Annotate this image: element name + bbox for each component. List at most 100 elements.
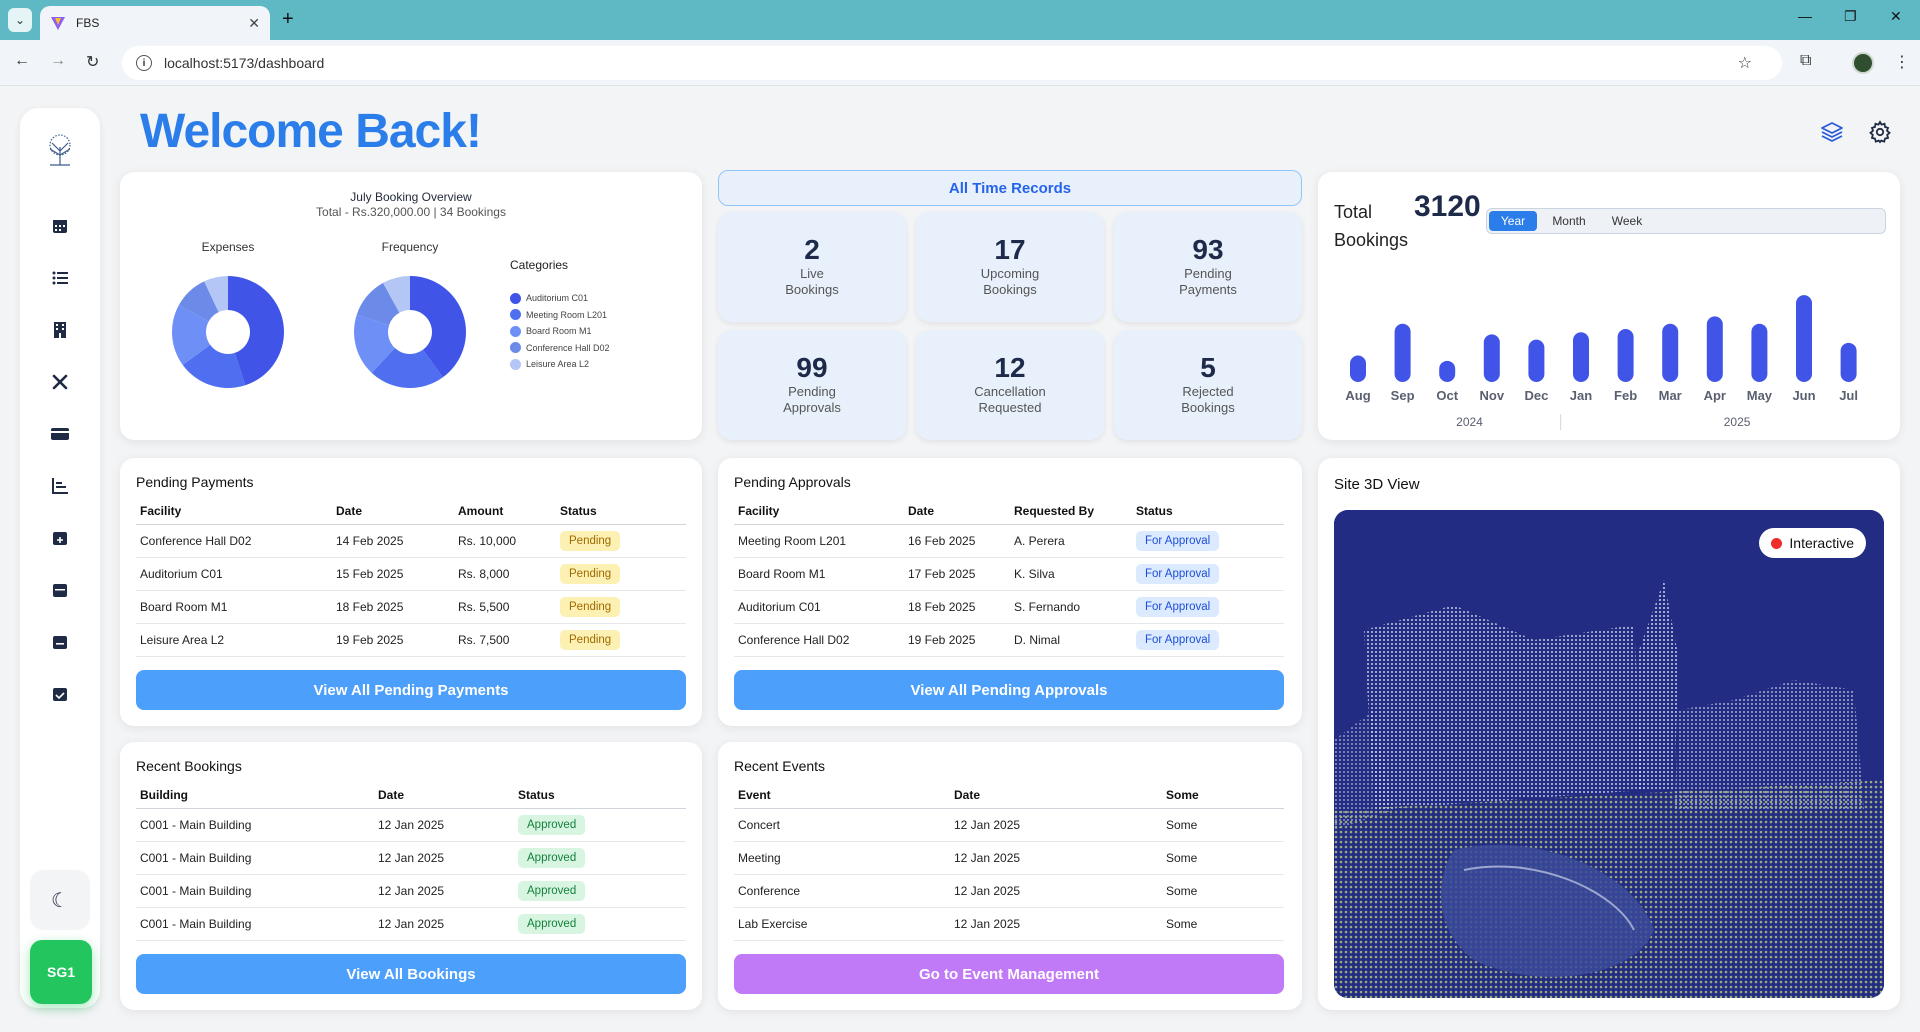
- table-cell: A. Perera: [1010, 524, 1132, 558]
- bar-oct[interactable]: [1439, 360, 1456, 382]
- legend-item[interactable]: Meeting Room L201: [510, 307, 610, 324]
- url-field[interactable]: i localhost:5173/dashboard ☆: [122, 46, 1782, 80]
- tab-year[interactable]: Year: [1489, 211, 1537, 231]
- minimize-icon[interactable]: —: [1798, 8, 1812, 24]
- building-icon[interactable]: [48, 318, 72, 342]
- dark-mode-toggle[interactable]: ☾: [30, 870, 90, 930]
- bar-mar[interactable]: [1662, 323, 1679, 382]
- tab-week[interactable]: Week: [1601, 211, 1653, 231]
- bar-jun[interactable]: [1796, 295, 1812, 382]
- table-row[interactable]: C001 - Main Building 12 Jan 2025 Approved: [136, 907, 686, 941]
- table-row[interactable]: Auditorium C01 18 Feb 2025 S. Fernando For …: [734, 590, 1284, 624]
- recent-events-table: Event Date Some Concert 12 Jan 2025 Some Meeti…: [734, 782, 1284, 941]
- calendar-plus-icon[interactable]: [48, 526, 72, 550]
- view-all-pending-approvals-button[interactable]: View All Pending Approvals: [734, 670, 1284, 710]
- stat-value: 5: [1200, 352, 1216, 383]
- bar-aug[interactable]: [1350, 355, 1366, 382]
- table-cell: Concert: [734, 808, 950, 842]
- view-all-pending-payments-button[interactable]: View All Pending Payments: [136, 670, 686, 710]
- recent-bookings-title: Recent Bookings: [136, 758, 242, 774]
- frequency-donut-chart[interactable]: [350, 272, 470, 392]
- calendar-check-icon[interactable]: [48, 578, 72, 602]
- site-3d-viewer[interactable]: Interactive: [1334, 510, 1884, 998]
- go-to-event-management-button[interactable]: Go to Event Management: [734, 954, 1284, 994]
- bar-may[interactable]: [1751, 323, 1768, 382]
- calendar-icon[interactable]: [48, 214, 72, 238]
- legend-item[interactable]: Auditorium C01: [510, 290, 610, 307]
- stat-card[interactable]: 93 Pending Payments: [1114, 212, 1302, 322]
- list-icon[interactable]: [48, 266, 72, 290]
- bar-jul[interactable]: [1840, 342, 1857, 382]
- table-row[interactable]: Concert 12 Jan 2025 Some: [734, 808, 1284, 842]
- stat-card[interactable]: 12 Cancellation Requested: [916, 330, 1104, 440]
- legend-item[interactable]: Board Room M1: [510, 323, 610, 340]
- table-row[interactable]: Meeting Room L201 16 Feb 2025 A. Perera For…: [734, 524, 1284, 558]
- chart-icon[interactable]: [48, 474, 72, 498]
- stat-card[interactable]: 5 Rejected Bookings: [1114, 330, 1302, 440]
- table-row[interactable]: Conference 12 Jan 2025 Some: [734, 874, 1284, 908]
- table-row[interactable]: Meeting 12 Jan 2025 Some: [734, 841, 1284, 875]
- new-tab-button[interactable]: +: [282, 8, 294, 31]
- table-row[interactable]: Leisure Area L2 19 Feb 2025 Rs. 7,500 Pendi…: [136, 623, 686, 657]
- legend-label: Conference Hall D02: [526, 342, 610, 353]
- tab-close-icon[interactable]: ✕: [248, 15, 260, 32]
- bar-dec[interactable]: [1528, 339, 1545, 382]
- calendar-minus-icon[interactable]: [48, 630, 72, 654]
- browser-menu-icon[interactable]: ⋮: [1894, 52, 1910, 72]
- table-cell: C001 - Main Building: [136, 907, 374, 941]
- layers-icon[interactable]: [1818, 118, 1846, 146]
- table-row[interactable]: C001 - Main Building 12 Jan 2025 Approved: [136, 874, 686, 908]
- table-row[interactable]: Lab Exercise 12 Jan 2025 Some: [734, 907, 1284, 941]
- table-cell: 14 Feb 2025: [332, 524, 454, 558]
- status-badge: Pending: [560, 563, 621, 584]
- table-row[interactable]: Conference Hall D02 19 Feb 2025 D. Nimal Fo…: [734, 623, 1284, 657]
- reload-icon[interactable]: ↻: [86, 52, 99, 72]
- tree-logo-icon[interactable]: [38, 128, 82, 172]
- total-label: Total: [1334, 202, 1373, 222]
- site-info-icon[interactable]: i: [136, 55, 152, 71]
- bar-jan[interactable]: [1573, 332, 1589, 382]
- extensions-icon[interactable]: ⧉: [1800, 52, 1811, 70]
- settings-gear-icon[interactable]: [1866, 118, 1894, 146]
- tools-icon[interactable]: [48, 370, 72, 394]
- calendar-done-icon[interactable]: [48, 682, 72, 706]
- table-row[interactable]: Board Room M1 17 Feb 2025 K. Silva For Appr…: [734, 557, 1284, 591]
- table-row[interactable]: Board Room M1 18 Feb 2025 Rs. 5,500 Pending: [136, 590, 686, 624]
- expenses-donut-chart[interactable]: [168, 272, 288, 392]
- user-badge[interactable]: SG1: [30, 940, 92, 1004]
- tab-list-button[interactable]: ⌄: [8, 8, 32, 32]
- stat-card[interactable]: 2 Live Bookings: [718, 212, 906, 322]
- total-bookings-card: Total Bookings 3120 Year Month Week Aug S…: [1318, 172, 1900, 440]
- status-badge: For Approval: [1136, 596, 1220, 617]
- table-row[interactable]: C001 - Main Building 12 Jan 2025 Approved: [136, 841, 686, 875]
- window-close-icon[interactable]: ✕: [1890, 8, 1902, 25]
- bar-nov[interactable]: [1483, 334, 1500, 382]
- status-cell: Pending: [556, 623, 686, 657]
- tab-month[interactable]: Month: [1541, 211, 1597, 231]
- table-cell: Meeting: [734, 841, 950, 875]
- bookmark-star-icon[interactable]: ☆: [1738, 53, 1752, 73]
- legend-item[interactable]: Conference Hall D02: [510, 340, 610, 357]
- all-time-records-header[interactable]: All Time Records: [718, 170, 1302, 206]
- card-icon[interactable]: [48, 422, 72, 446]
- legend-item[interactable]: Leisure Area L2: [510, 356, 610, 373]
- back-icon[interactable]: ←: [14, 52, 30, 70]
- view-all-bookings-button[interactable]: View All Bookings: [136, 954, 686, 994]
- bar-apr[interactable]: [1706, 316, 1723, 382]
- bar-sep[interactable]: [1394, 323, 1411, 382]
- table-cell: 18 Feb 2025: [332, 590, 454, 624]
- browser-tab[interactable]: FBS ✕: [40, 6, 270, 40]
- site-3d-view-card: Site 3D View Interactive: [1318, 458, 1900, 1010]
- stat-card[interactable]: 99 Pending Approvals: [718, 330, 906, 440]
- restore-icon[interactable]: ❐: [1844, 8, 1857, 25]
- table-row[interactable]: Auditorium C01 15 Feb 2025 Rs. 8,000 Pendin…: [136, 557, 686, 591]
- stat-card[interactable]: 17 Upcoming Bookings: [916, 212, 1104, 322]
- interactive-badge[interactable]: Interactive: [1759, 528, 1866, 558]
- profile-avatar[interactable]: [1852, 52, 1874, 74]
- forward-icon[interactable]: →: [50, 52, 66, 70]
- table-row[interactable]: C001 - Main Building 12 Jan 2025 Approved: [136, 808, 686, 842]
- table-cell: 12 Jan 2025: [950, 874, 1162, 908]
- bar-feb[interactable]: [1617, 329, 1634, 382]
- table-row[interactable]: Conference Hall D02 14 Feb 2025 Rs. 10,000…: [136, 524, 686, 558]
- table-cell: Rs. 8,000: [454, 557, 556, 591]
